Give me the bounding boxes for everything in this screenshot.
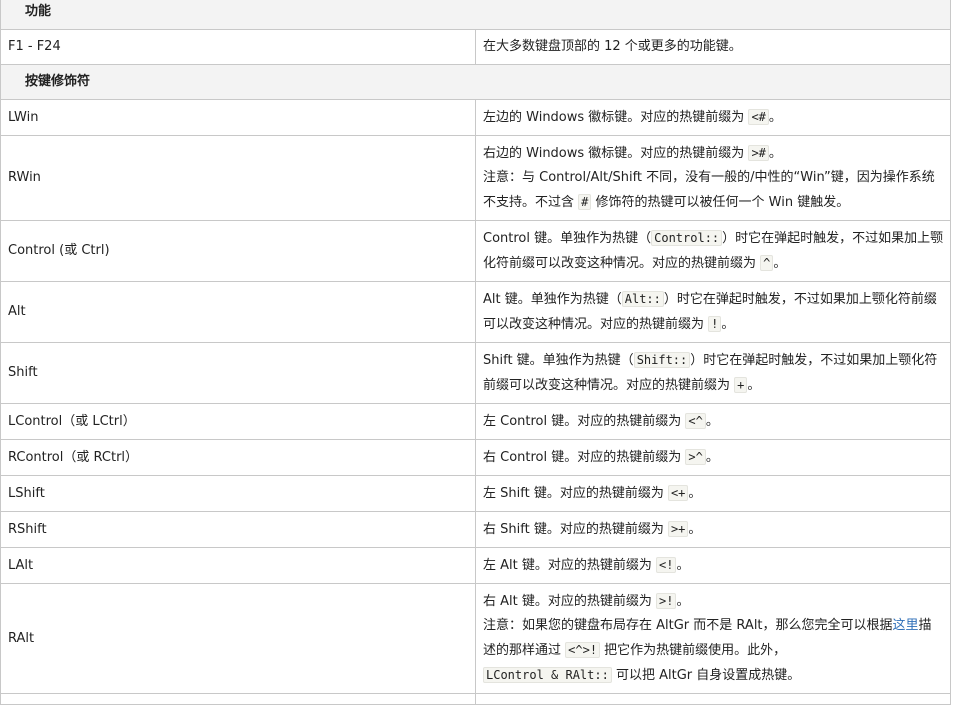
- key-name: Alt: [0, 281, 476, 343]
- key-list-table: 功能 F1 - F24 在大多数键盘顶部的 12 个或更多的功能键。 按键修饰符…: [0, 0, 951, 705]
- hotkey-prefix-code: >+: [667, 521, 689, 537]
- desc-text: 。: [676, 558, 690, 573]
- desc-text: 。: [705, 450, 719, 465]
- table-row: RAlt 右 Alt 键。对应的热键前缀为 >!。注意：如果您的键盘布局存在 A…: [0, 583, 951, 694]
- key-description: Alt 键。单独作为热键（ Alt:: ）时它在弹起时触发，不过如果加上颚化符前缀可…: [475, 281, 951, 343]
- desc-text: 。: [688, 522, 702, 537]
- desc-text: Alt 键。单独作为热键（: [483, 292, 622, 307]
- desc-text: 。: [768, 146, 782, 161]
- key-name: F1 - F24: [0, 29, 476, 65]
- table-row: LAlt 左 Alt 键。对应的热键前缀为 <!。: [0, 547, 951, 584]
- desc-text: 。: [773, 256, 787, 271]
- table-row: [0, 693, 951, 705]
- note-text: 注意：如果您的键盘布局存在 AltGr 而不是 RAlt，那么您完全可以根据: [483, 618, 893, 633]
- hotkey-code: Alt::: [621, 291, 664, 307]
- table-row: RControl（或 RCtrl） 右 Control 键。对应的热键前缀为 >…: [0, 439, 951, 476]
- table-row: Control (或 Ctrl) Control 键。单独作为热键（ Contro…: [0, 220, 951, 282]
- key-name: LControl（或 LCtrl）: [0, 403, 476, 440]
- key-name: Control (或 Ctrl): [0, 220, 476, 282]
- hotkey-prefix-code: <+: [667, 485, 689, 501]
- key-name: RAlt: [0, 583, 476, 694]
- table-row: LWin 左边的 Windows 徽标键。对应的热键前缀为 <#。: [0, 99, 951, 136]
- table-row: Alt Alt 键。单独作为热键（ Alt:: ）时它在弹起时触发，不过如果加上颚化…: [0, 281, 951, 343]
- table-row: LShift 左 Shift 键。对应的热键前缀为 <+。: [0, 475, 951, 512]
- key-description: Shift 键。单独作为热键（ Shift:: ）时它在弹起时触发，不过如果加上颚化…: [475, 342, 951, 404]
- desc-text: 右 Shift 键。对应的热键前缀为: [483, 522, 668, 537]
- desc-text: 。: [705, 414, 719, 429]
- key-description: Control 键。单独作为热键（ Control:: ）时它在弹起时触发，不过如果…: [475, 220, 951, 282]
- hotkey-prefix-code: >#: [748, 145, 769, 161]
- note-text: 可以把 AltGr 自身设置成热键。: [611, 668, 801, 683]
- desc-text: 。: [768, 110, 782, 125]
- hotkey-prefix-code: <#: [748, 109, 769, 125]
- desc-text: 左边的 Windows 徽标键。对应的热键前缀为: [483, 110, 749, 125]
- table-row: LControl（或 LCtrl） 左 Control 键。对应的热键前缀为 <…: [0, 403, 951, 440]
- key-description: 左 Control 键。对应的热键前缀为 <^。: [475, 403, 951, 440]
- table-row: RShift 右 Shift 键。对应的热键前缀为 >+。: [0, 511, 951, 548]
- key-description: 右 Alt 键。对应的热键前缀为 >!。注意：如果您的键盘布局存在 AltGr …: [475, 583, 951, 694]
- table-row: F1 - F24 在大多数键盘顶部的 12 个或更多的功能键。: [0, 29, 951, 65]
- desc-text: 。: [721, 317, 735, 332]
- hotkey-code: Shift::: [633, 352, 691, 368]
- key-description: 右 Control 键。对应的热键前缀为 >^。: [475, 439, 951, 476]
- section-title: 按键修饰符: [0, 64, 951, 100]
- desc-text: Control 键。单独作为热键（: [483, 231, 652, 246]
- hotkey-code: Control::: [651, 230, 723, 246]
- desc-text: 右 Control 键。对应的热键前缀为: [483, 450, 686, 465]
- key-description: 右 Shift 键。对应的热键前缀为 >+。: [475, 511, 951, 548]
- key-name: LAlt: [0, 547, 476, 584]
- section-header-function: 功能: [0, 0, 951, 30]
- desc-text: 。: [747, 378, 761, 393]
- desc-text: 右边的 Windows 徽标键。对应的热键前缀为: [483, 146, 749, 161]
- section-header-modifiers: 按键修饰符: [0, 64, 951, 100]
- key-name: RWin: [0, 135, 476, 221]
- key-description: 左边的 Windows 徽标键。对应的热键前缀为 <#。: [475, 99, 951, 136]
- desc-text: Shift 键。单独作为热键（: [483, 353, 634, 368]
- hotkey-code: LControl & RAlt::: [483, 667, 612, 683]
- note-text: 修饰符的热键可以被任何一个 Win 键触发。: [591, 195, 850, 210]
- key-name: RShift: [0, 511, 476, 548]
- table-row: Shift Shift 键。单独作为热键（ Shift:: ）时它在弹起时触发，不过…: [0, 342, 951, 404]
- modifier-code: #: [578, 194, 592, 210]
- table-row: RWin 右边的 Windows 徽标键。对应的热键前缀为 >#。注意：与 Co…: [0, 135, 951, 221]
- key-name: Shift: [0, 342, 476, 404]
- desc-text: 左 Control 键。对应的热键前缀为: [483, 414, 686, 429]
- hotkey-prefix-code: >!: [656, 593, 677, 609]
- desc-text: 。: [676, 594, 690, 609]
- key-name: RControl（或 RCtrl）: [0, 439, 476, 476]
- key-description: 左 Alt 键。对应的热键前缀为 <!。: [475, 547, 951, 584]
- hotkey-prefix-code: !: [708, 316, 722, 332]
- key-name: [0, 693, 476, 705]
- hotkey-prefix-code: ^: [760, 255, 774, 271]
- desc-text: 右 Alt 键。对应的热键前缀为: [483, 594, 656, 609]
- desc-text: 左 Shift 键。对应的热键前缀为: [483, 486, 668, 501]
- desc-text: 。: [688, 486, 702, 501]
- desc-text: 左 Alt 键。对应的热键前缀为: [483, 558, 656, 573]
- hotkey-prefix-code: <^: [685, 413, 706, 429]
- here-link[interactable]: 这里: [893, 618, 919, 633]
- key-description: 左 Shift 键。对应的热键前缀为 <+。: [475, 475, 951, 512]
- key-name: LWin: [0, 99, 476, 136]
- hotkey-prefix-code: >^: [685, 449, 706, 465]
- hotkey-prefix-code: <!: [656, 557, 677, 573]
- section-title: 功能: [0, 0, 951, 30]
- key-description: 右边的 Windows 徽标键。对应的热键前缀为 >#。注意：与 Control…: [475, 135, 951, 221]
- key-description: [475, 693, 951, 705]
- hotkey-prefix-code: +: [734, 377, 748, 393]
- key-name: LShift: [0, 475, 476, 512]
- key-description: 在大多数键盘顶部的 12 个或更多的功能键。: [475, 29, 951, 65]
